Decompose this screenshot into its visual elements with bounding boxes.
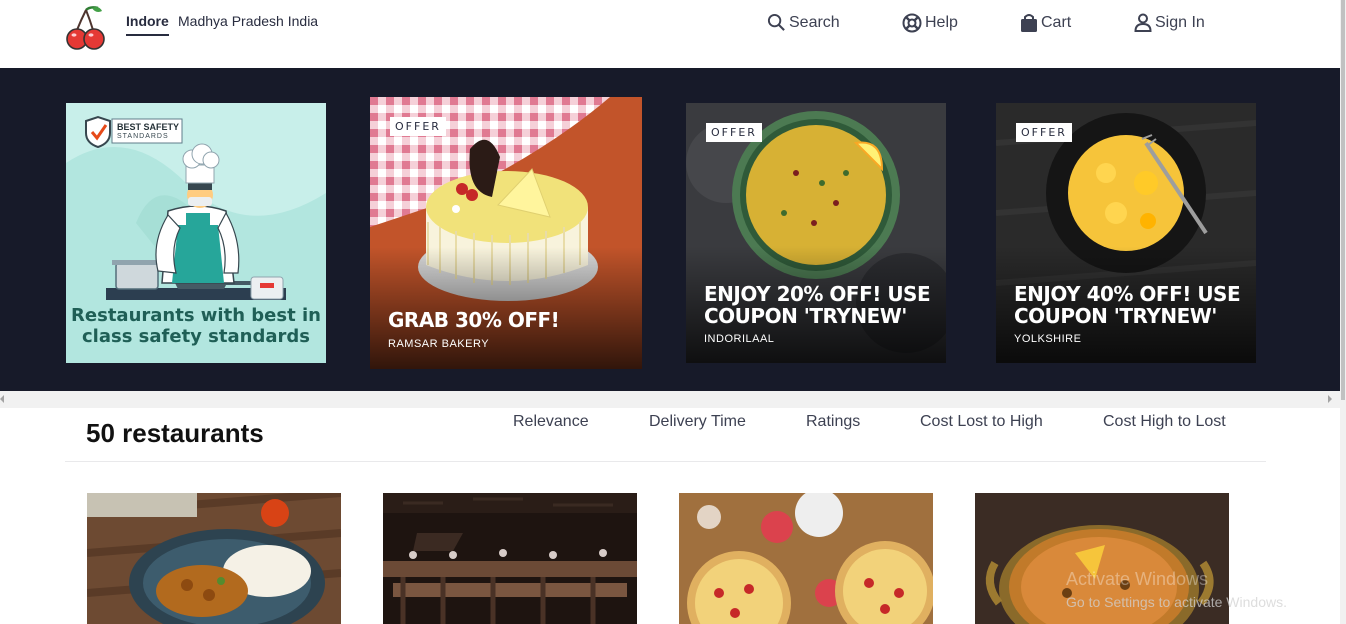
help-lifebuoy-icon: [902, 13, 922, 33]
offers-carousel: BEST SAFETY STANDARDS Restaurants with b…: [0, 68, 1340, 391]
nav-cart[interactable]: Cart: [1020, 13, 1071, 33]
activate-windows-hint: Go to Settings to activate Windows.: [1066, 594, 1287, 610]
sort-cost-high-to-low[interactable]: Cost High to Lost: [1103, 413, 1226, 431]
search-icon: [767, 13, 786, 32]
offer-title: ENJOY 20% OFF! USE COUPON 'TRYNEW': [704, 282, 931, 328]
offer-restaurant: RAMSAR BAKERY: [388, 338, 490, 350]
offer-card-indorilaal[interactable]: OFFER ENJOY 20% OFF! USE COUPON 'TRYNEW'…: [686, 103, 946, 363]
nav-search[interactable]: Search: [767, 13, 840, 32]
nav-help[interactable]: Help: [902, 13, 958, 33]
sort-delivery-time[interactable]: Delivery Time: [649, 413, 746, 431]
nav-search-label: Search: [789, 13, 840, 31]
offer-title-line2: COUPON 'TRYNEW': [704, 304, 907, 328]
scroll-left-arrow-icon[interactable]: [0, 395, 4, 403]
offer-title: ENJOY 40% OFF! USE COUPON 'TRYNEW': [1014, 282, 1241, 328]
offer-card-safety[interactable]: BEST SAFETY STANDARDS Restaurants with b…: [66, 103, 326, 363]
sort-ratings[interactable]: Ratings: [806, 413, 860, 431]
filter-divider: [65, 461, 1266, 462]
offer-title-line2: COUPON 'TRYNEW': [1014, 304, 1217, 328]
restaurant-interior-photo: [383, 493, 637, 624]
offer-card-yolkshire[interactable]: OFFER ENJOY 40% OFF! USE COUPON 'TRYNEW'…: [996, 103, 1256, 363]
offer-card-bakery[interactable]: OFFER GRAB 30% OFF! RAMSAR BAKERY: [370, 97, 642, 369]
cherry-logo-icon[interactable]: [66, 6, 106, 50]
safety-badge-title: BEST SAFETY: [117, 122, 180, 132]
carousel-horizontal-scrollbar[interactable]: [0, 391, 1340, 408]
offer-title-line1: ENJOY 40% OFF! USE: [1014, 282, 1241, 306]
activate-windows-watermark: Activate Windows: [1066, 569, 1209, 589]
nav-cart-label: Cart: [1041, 14, 1072, 31]
nav-signin[interactable]: Sign In: [1134, 13, 1205, 32]
offer-restaurant: YOLKSHIRE: [1014, 333, 1082, 345]
top-header: Indore Madhya Pradesh India Search Help …: [0, 0, 1340, 68]
curry-rice-photo: [87, 493, 341, 624]
location-region[interactable]: Madhya Pradesh India: [178, 13, 318, 29]
safety-title-line1: Restaurants with best in: [71, 305, 321, 326]
scrollbar-thumb[interactable]: [1341, 0, 1345, 400]
page-vertical-scrollbar[interactable]: [1340, 0, 1346, 624]
nav-signin-label: Sign In: [1155, 13, 1205, 31]
user-icon: [1134, 13, 1152, 32]
offer-tag: OFFER: [706, 123, 762, 142]
pizza-table-photo: [679, 493, 933, 624]
offer-restaurant: INDORILAAL: [704, 333, 775, 345]
offer-tag: OFFER: [1016, 123, 1072, 142]
restaurant-card-image[interactable]: [383, 493, 637, 624]
restaurant-card-image[interactable]: [87, 493, 341, 624]
offer-title: GRAB 30% OFF!: [388, 308, 560, 332]
safety-badge-sub: STANDARDS: [117, 133, 169, 140]
offer-title-line1: ENJOY 20% OFF! USE: [704, 282, 931, 306]
restaurant-count-heading: 50 restaurants: [86, 418, 264, 448]
page: Indore Madhya Pradesh India Search Help …: [0, 0, 1346, 624]
cart-bag-icon: [1020, 13, 1038, 33]
sort-relevance[interactable]: Relevance: [513, 413, 589, 431]
sort-cost-low-to-high[interactable]: Cost Lost to High: [920, 413, 1043, 431]
nav-help-label: Help: [925, 14, 958, 31]
location-city[interactable]: Indore: [126, 13, 169, 36]
safety-card-title: Restaurants with best in class safety st…: [66, 305, 326, 347]
offer-tag: OFFER: [390, 117, 446, 136]
restaurant-card-image[interactable]: [679, 493, 933, 624]
safety-title-line2: class safety standards: [82, 326, 310, 347]
scroll-right-arrow-icon[interactable]: [1328, 395, 1332, 403]
